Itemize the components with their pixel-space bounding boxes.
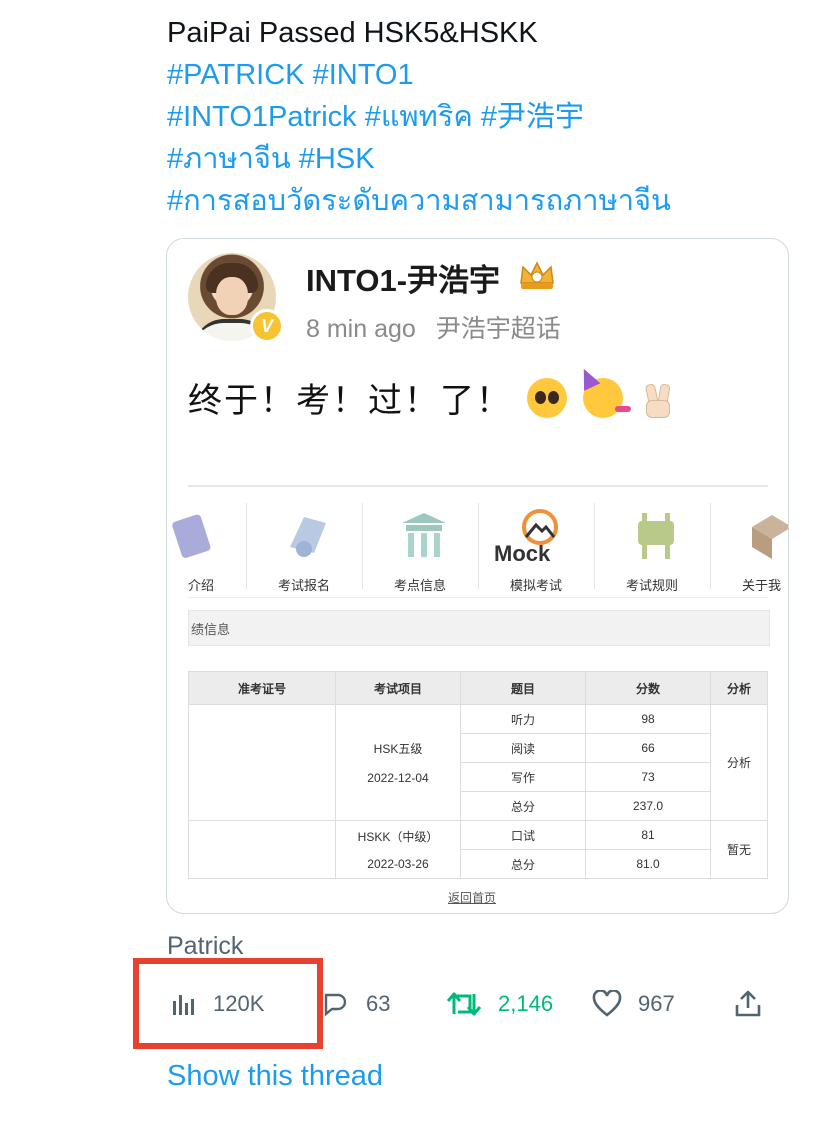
column-header: 考试项目 <box>335 671 461 705</box>
analysis-cell: 暂无 <box>710 820 768 879</box>
exam-cell: HSKK（中级） 2022-03-26 <box>335 820 461 879</box>
subject-cell: 阅读 <box>460 733 586 763</box>
exam-name: HSKK（中级） <box>357 830 439 844</box>
back-home-link: 返回首页 <box>448 891 497 905</box>
score-cell: 66 <box>585 733 711 763</box>
nav-item-venue: 考点信息 <box>364 493 476 593</box>
victory-hand-icon <box>638 378 678 418</box>
hashtag-line[interactable]: #การสอบวัดระดับความสามารถภาษาจีน <box>167 180 671 222</box>
exam-name: HSK五级 <box>373 742 423 756</box>
score-cell: 237.0 <box>585 791 711 821</box>
exam-date: 2022-12-04 <box>367 771 429 785</box>
ticket-number-cell <box>188 820 336 879</box>
retweet-count: 2,146 <box>498 991 554 1016</box>
section-header: 绩信息 <box>188 610 770 646</box>
post-text: 终于！考！过！了！ <box>188 365 678 422</box>
retweet-button[interactable]: 2,146 <box>446 985 553 1023</box>
like-count: 967 <box>638 991 675 1016</box>
hashtag-line[interactable]: #INTO1Patrick #แพทริค #尹浩宇 <box>167 96 671 138</box>
crown-badge-icon <box>520 261 554 289</box>
retweet-icon <box>446 992 482 1016</box>
box-icon <box>752 515 788 559</box>
reply-icon <box>324 993 346 1017</box>
show-thread-link[interactable]: Show this thread <box>167 1060 383 1093</box>
mock-logo: Mock <box>494 541 551 566</box>
nav-item-intro: 介绍 <box>167 493 244 593</box>
views-highlight-box <box>133 958 323 1049</box>
author-name[interactable]: Patrick <box>167 932 243 961</box>
book-icon <box>172 514 211 558</box>
hashtag-line[interactable]: #PATRICK #INTO1 <box>167 54 671 96</box>
tweet-text-line: PaiPai Passed HSK5&HSKK <box>167 17 538 49</box>
column-header: 分析 <box>710 671 768 705</box>
nav-item-mock: Mock 模拟考试 <box>480 493 592 593</box>
tweet-text: PaiPai Passed HSK5&HSKK #PATRICK #INTO1 … <box>167 12 671 222</box>
like-button[interactable]: 967 <box>592 985 675 1023</box>
exam-results-screenshot: 介绍 考试报名 考点信息 Mock 模拟考试 考试规则 关于我 绩信息 准考证号… <box>172 485 788 905</box>
hashtag-line[interactable]: #ภาษาจีน #HSK <box>167 138 671 180</box>
heart-icon <box>592 990 622 1017</box>
score-cell: 98 <box>585 704 711 734</box>
ticket-number-cell <box>188 704 336 821</box>
building-icon <box>402 513 446 557</box>
registration-icon <box>290 517 326 557</box>
subject-cell: 听力 <box>460 704 586 734</box>
share-icon <box>735 990 761 1017</box>
nav-item-about: 关于我 <box>712 493 788 593</box>
reply-count: 63 <box>366 991 391 1016</box>
analysis-link: 分析 <box>710 704 768 821</box>
nav-item-registration: 考试报名 <box>248 493 360 593</box>
score-cell: 73 <box>585 762 711 792</box>
score-cell: 81.0 <box>585 849 711 879</box>
table-row: HSK五级 2022-12-04 听力 98 分析 <box>188 704 768 821</box>
pleading-face-icon <box>527 378 568 418</box>
ding-vessel-icon <box>638 513 674 559</box>
exam-site-nav: 介绍 考试报名 考点信息 Mock 模拟考试 考试规则 关于我 <box>172 485 788 598</box>
table-header-row: 准考证号 考试项目 题目 分数 分析 <box>188 671 768 705</box>
column-header: 准考证号 <box>188 671 336 705</box>
share-button[interactable] <box>734 985 762 1023</box>
subject-cell: 写作 <box>460 762 586 792</box>
score-table: 准考证号 考试项目 题目 分数 分析 HSK五级 2022-12-04 听力 9… <box>188 671 768 879</box>
subject-cell: 口试 <box>460 820 586 850</box>
column-header: 题目 <box>460 671 586 705</box>
post-meta: 8 min ago 尹浩宇超话 <box>306 309 561 345</box>
subject-cell: 总分 <box>460 849 586 879</box>
table-row: HSKK（中级） 2022-03-26 口试 81 暂无 <box>188 820 768 879</box>
nav-item-rules: 考试规则 <box>596 493 708 593</box>
partying-face-icon <box>575 365 631 418</box>
subject-cell: 总分 <box>460 791 586 821</box>
account-name: INTO1-尹浩宇 <box>306 263 501 298</box>
post-topic: 尹浩宇超话 <box>435 315 561 343</box>
quoted-image-card[interactable]: V INTO1-尹浩宇 8 min ago 尹浩宇超话 终于！考！过！了！ 介绍 … <box>166 238 789 914</box>
score-cell: 81 <box>585 820 711 850</box>
post-text-content: 终于！考！过！了！ <box>188 382 512 420</box>
verified-badge-icon: V <box>250 309 284 343</box>
post-time: 8 min ago <box>306 315 416 343</box>
reply-button[interactable]: 63 <box>322 985 390 1023</box>
exam-date: 2022-03-26 <box>367 857 429 871</box>
exam-cell: HSK五级 2022-12-04 <box>335 704 461 821</box>
column-header: 分数 <box>585 671 711 705</box>
